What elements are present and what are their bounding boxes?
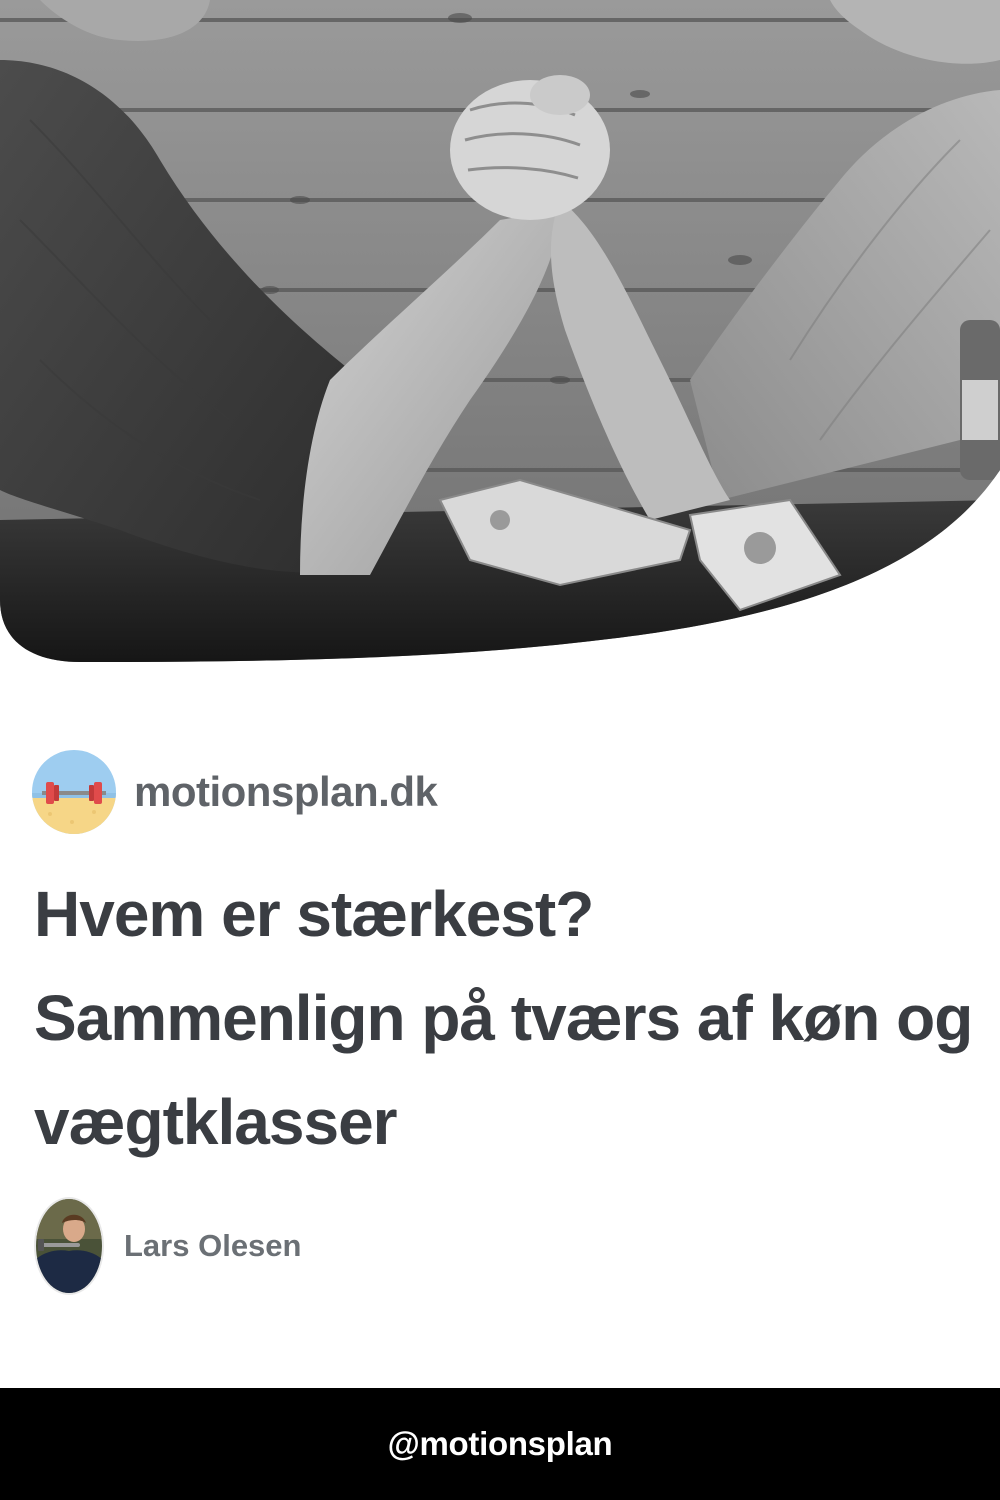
author-name: Lars Olesen xyxy=(124,1228,302,1263)
social-handle[interactable]: @motionsplan xyxy=(388,1425,613,1463)
arm-wrestling-photo xyxy=(0,0,1000,662)
author-avatar xyxy=(34,1197,104,1295)
barbell-icon xyxy=(32,750,116,834)
site-name: motionsplan.dk xyxy=(134,768,438,815)
site-branding[interactable]: motionsplan.dk xyxy=(32,750,438,834)
footer-bar: @motionsplan xyxy=(0,1388,1000,1500)
hero-image xyxy=(0,0,1000,670)
author-byline[interactable]: Lars Olesen xyxy=(34,1196,301,1296)
article-title: Hvem er stærkest? Sammenlign på tværs af… xyxy=(34,878,973,1158)
